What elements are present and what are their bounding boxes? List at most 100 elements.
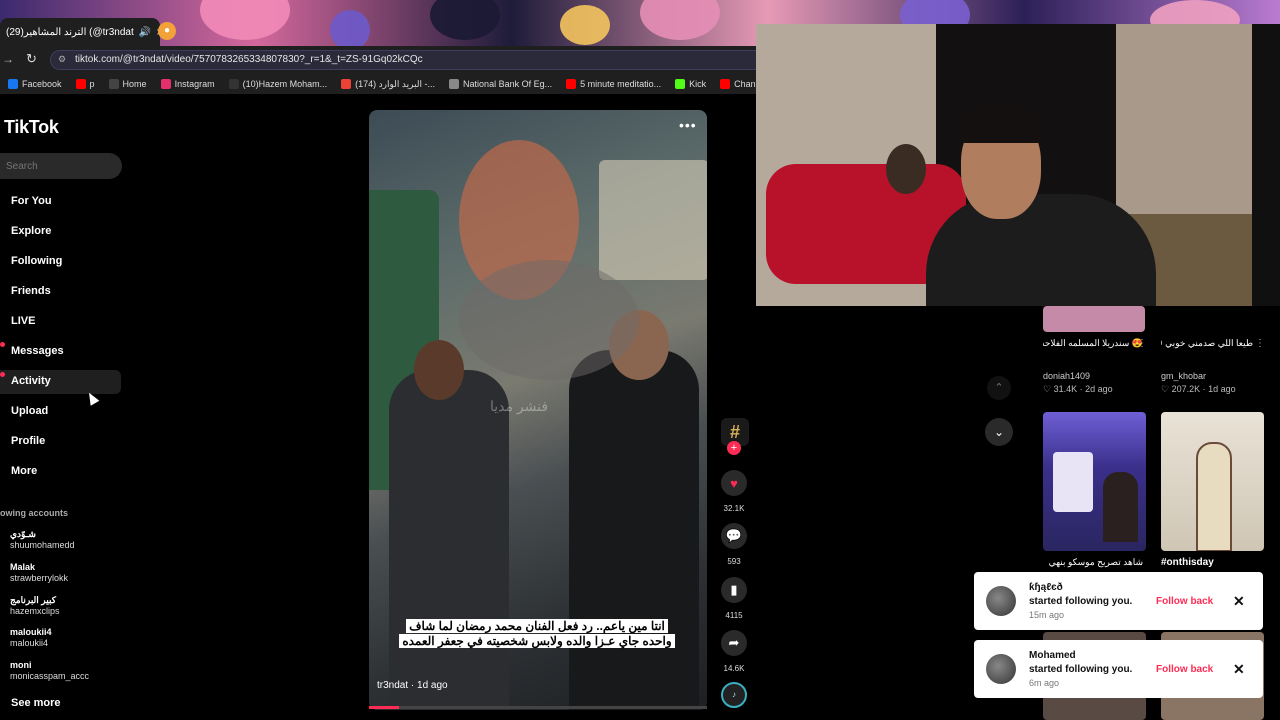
- share-button[interactable]: ➦: [721, 630, 747, 656]
- nav-friends[interactable]: Friends: [11, 285, 51, 297]
- follow-back-button[interactable]: Follow back: [1156, 596, 1213, 607]
- bookmark-kick[interactable]: Kick: [675, 79, 706, 89]
- notification-text: started following you.: [1029, 596, 1133, 607]
- video-title[interactable]: 😍 سندريلا المسلمه الفلاحه 😍 😍 ...: [1043, 338, 1143, 349]
- nav-following[interactable]: Following: [11, 255, 62, 267]
- account-name: maloukii4: [10, 627, 52, 637]
- bookmark-nbe[interactable]: National Bank Of Eg...: [449, 79, 552, 89]
- more-icon[interactable]: ⋮: [1255, 338, 1265, 349]
- thumbnail-scene: [1196, 442, 1232, 551]
- save-count: 4115: [725, 611, 743, 620]
- music-disc-icon[interactable]: ♪: [721, 682, 747, 708]
- account-handle: monicasspam_accc: [10, 671, 90, 681]
- nav-upload[interactable]: Upload: [11, 405, 48, 417]
- nav-for-you[interactable]: For You: [11, 195, 52, 207]
- video-title[interactable]: #onthisday: [1161, 557, 1261, 568]
- account-item[interactable]: شـوّدي shuumohamedd: [10, 529, 75, 551]
- right-edge-strip: [1252, 24, 1280, 306]
- account-item[interactable]: maloukii4 maloukii4: [10, 627, 52, 649]
- nav-messages[interactable]: Messages: [11, 345, 64, 357]
- close-icon[interactable]: ✕: [1233, 661, 1245, 678]
- url-field[interactable]: tiktok.com/@tr3ndat/video/75707832653348…: [50, 50, 810, 70]
- forward-icon[interactable]: →: [2, 52, 14, 66]
- nav-profile[interactable]: Profile: [11, 435, 45, 447]
- active-tab[interactable]: (29)الترند المشاهير (@tr3ndat 🔊 ×: [0, 18, 160, 46]
- profile-icon[interactable]: ●: [158, 22, 176, 40]
- avatar[interactable]: [986, 654, 1016, 684]
- avatar[interactable]: [986, 586, 1016, 616]
- webcam-person-background: [886, 144, 926, 194]
- video-thumbnail[interactable]: [1043, 306, 1145, 332]
- bookmark-meditation[interactable]: 5 minute meditatio...: [566, 79, 661, 89]
- video-author[interactable]: doniah1409: [1043, 371, 1090, 381]
- video-author[interactable]: gm_khobar: [1161, 371, 1206, 381]
- video-title[interactable]: طيعا اللي صدمني خوبي @fssq24 😂 ...نايف: [1161, 338, 1253, 349]
- comment-icon: 💬: [725, 528, 743, 543]
- account-handle: shuumohamedd: [10, 540, 75, 550]
- video-caption-text: انتا مين ياعم.. رد فعل الفنان محمد رمضان…: [399, 619, 675, 648]
- nav-explore[interactable]: Explore: [11, 225, 51, 237]
- bookmark-tiktok[interactable]: (10)Hazem Moham...: [228, 79, 327, 89]
- tiktok-logo[interactable]: TikTok: [4, 117, 59, 138]
- person-right: [569, 350, 699, 710]
- more-icon[interactable]: ⋮: [1137, 338, 1147, 349]
- bookmark-home[interactable]: Home: [108, 79, 147, 89]
- share-count: 14.6K: [723, 664, 745, 673]
- follow-back-button[interactable]: Follow back: [1156, 664, 1213, 675]
- youtube-icon: [566, 79, 577, 89]
- video-progress-fill: [369, 706, 400, 709]
- account-name: Malak: [10, 562, 36, 572]
- search-input[interactable]: [0, 153, 122, 179]
- video-date: 1d ago: [1208, 384, 1236, 394]
- thumbnail-scene: [1053, 452, 1093, 512]
- site-info-icon[interactable]: ⚙: [58, 54, 66, 65]
- video-author-line[interactable]: tr3ndat · 1d ago: [377, 680, 448, 691]
- comment-button[interactable]: 💬: [721, 523, 747, 549]
- bookmark-facebook[interactable]: Facebook: [8, 79, 62, 89]
- youtube-icon: [720, 79, 731, 89]
- webcam-streamer-hair: [958, 108, 1044, 143]
- tab-title: (29)الترند المشاهير (@tr3ndat: [6, 26, 134, 38]
- bookmark-instagram[interactable]: Instagram: [160, 79, 215, 89]
- video-meta: ♡ 207.2K · 1d ago: [1161, 384, 1236, 394]
- save-button[interactable]: ▮: [721, 577, 747, 603]
- follow-notification[interactable]: Mohamed started following you. 6m ago Fo…: [974, 640, 1263, 698]
- account-handle: hazemxclips: [10, 606, 60, 616]
- follow-plus-icon[interactable]: +: [727, 441, 741, 455]
- video-title[interactable]: شاهد تصريح موسكو بنهي: [1043, 557, 1143, 568]
- activity-badge: [0, 372, 5, 377]
- notification-name[interactable]: Mohamed: [1029, 650, 1076, 661]
- scroll-up-button[interactable]: ⌃: [987, 376, 1011, 400]
- video-likes: 31.4K: [1053, 384, 1078, 394]
- bookmark-gmail[interactable]: (174) البريد الوارد -...: [341, 79, 435, 90]
- follow-notification[interactable]: ƙɧąℓєð started following you. 15m ago Fo…: [974, 572, 1263, 630]
- reload-icon[interactable]: ↻: [26, 51, 37, 67]
- account-item[interactable]: كبير البرنامج hazemxclips: [10, 595, 60, 617]
- video-thumbnail[interactable]: [1043, 412, 1146, 551]
- video-more-icon[interactable]: •••: [679, 117, 697, 133]
- account-item[interactable]: Malak strawberrylokk: [10, 562, 68, 584]
- see-more-link[interactable]: See more: [11, 697, 61, 709]
- video-thumbnail[interactable]: [1161, 412, 1264, 551]
- account-item[interactable]: moni monicasspam_accc: [10, 660, 89, 682]
- bookmark-p[interactable]: p: [75, 79, 95, 89]
- nav-activity[interactable]: Activity: [11, 375, 51, 387]
- bookmark-icon: ▮: [730, 582, 738, 597]
- gmail-icon: [341, 79, 352, 89]
- instagram-icon: [160, 79, 171, 89]
- video-scene: [599, 160, 707, 280]
- video-progress-track[interactable]: [369, 706, 707, 709]
- account-handle: strawberrylokk: [10, 573, 69, 583]
- nav-live[interactable]: LIVE: [11, 315, 35, 327]
- notification-name[interactable]: ƙɧąℓєð: [1029, 582, 1063, 593]
- notification-time: 15m ago: [1029, 610, 1065, 620]
- heart-icon: ♥: [730, 475, 738, 491]
- like-button[interactable]: ♥: [721, 470, 747, 496]
- close-icon[interactable]: ✕: [1233, 593, 1245, 610]
- person-left-head: [414, 340, 464, 400]
- nav-more[interactable]: More: [11, 465, 37, 477]
- messages-badge: [0, 342, 5, 347]
- account-name: شـوّدي: [10, 529, 36, 539]
- scroll-down-button[interactable]: ⌄: [985, 418, 1013, 446]
- comment-count: 593: [727, 557, 741, 566]
